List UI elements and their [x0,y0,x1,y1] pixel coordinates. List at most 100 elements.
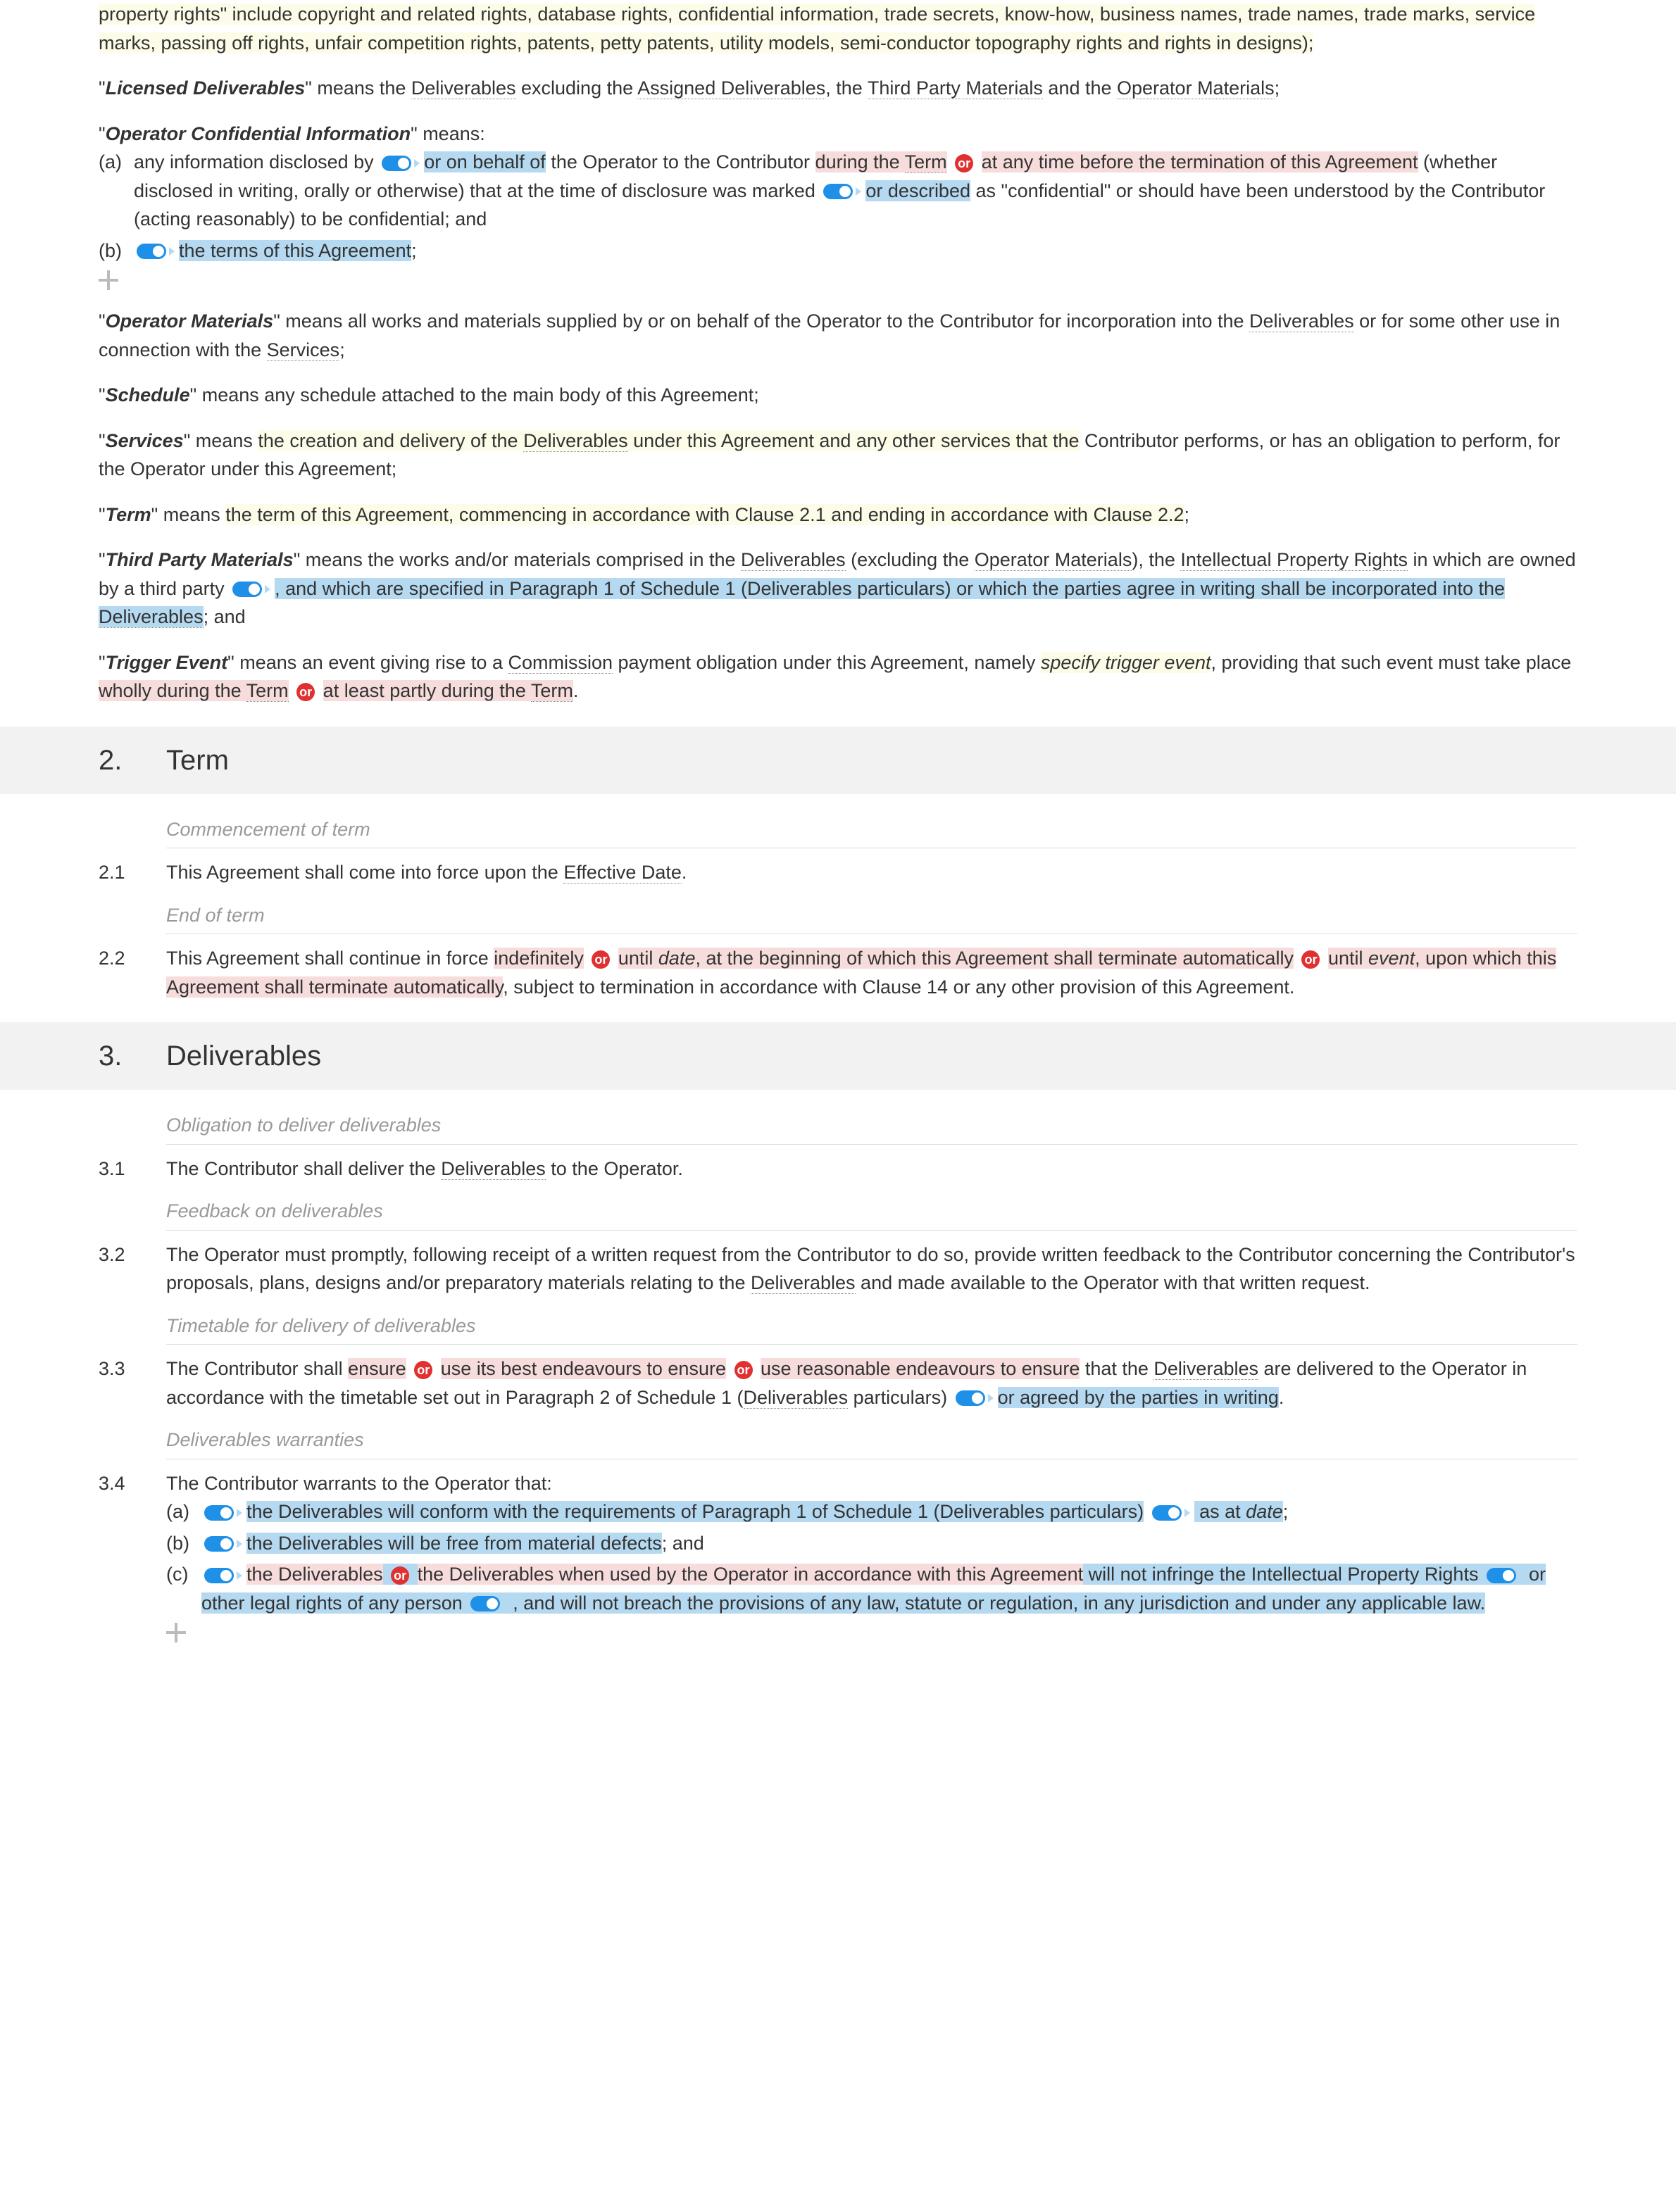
toggle-icon[interactable] [382,156,411,171]
optional-breach-law[interactable]: , and will not breach the provisions of … [513,1592,1078,1614]
or-badge[interactable]: or [414,1361,432,1379]
var-event[interactable]: event [1368,948,1415,969]
ref-term[interactable]: Term [905,151,947,173]
toggle-icon[interactable] [956,1390,985,1406]
optional-on-behalf[interactable]: or on behalf of [424,151,546,172]
ref-deliverables[interactable]: Deliverables [411,77,516,99]
definition-operator-confidential: "Operator Confidential Information" mean… [99,120,1577,291]
ref-effective-date[interactable]: Effective Date [563,862,682,884]
toggle-icon[interactable] [1152,1505,1182,1521]
term-schedule: Schedule [106,384,190,406]
ref-deliverables[interactable]: Deliverables [741,549,846,571]
ref-tpm[interactable]: Third Party Materials [868,77,1043,99]
toggle-icon[interactable] [1487,1568,1516,1583]
opt-reasonable-endeavours[interactable]: use reasonable endeavours to ensure [761,1358,1080,1379]
arrow-icon [1519,1571,1525,1580]
term-trigger: Trigger Event [106,652,228,673]
ref-term[interactable]: Term [531,680,573,702]
oci-item-b: (b) the terms of this Agreement; [99,237,1577,265]
or-badge[interactable]: or [1301,950,1320,969]
or-badge[interactable]: or [955,154,973,172]
arrow-icon [503,1600,508,1608]
arrow-icon [169,247,175,256]
clause-3-4: 3.4 The Contributor warrants to the Oper… [99,1469,1577,1643]
var-date[interactable]: date [658,948,696,969]
section-3-num: 3. [99,1035,166,1077]
arrow-icon [1184,1509,1190,1517]
optional-terms-agreement[interactable]: the terms of this Agreement [179,240,411,261]
term-term: Term [106,504,151,525]
label-a: (a) [166,1497,201,1526]
toggle-icon[interactable] [470,1596,500,1611]
definition-third-party-materials: "Third Party Materials" means the works … [99,546,1577,631]
subsection-warranties: Deliverables warranties [166,1426,1577,1459]
ref-operator-materials[interactable]: Operator Materials [1117,77,1275,99]
var-date[interactable]: date [1246,1501,1283,1522]
clause-2-2: 2.2 This Agreement shall continue in for… [99,944,1577,1001]
label-a: (a) [99,148,134,234]
or-badge[interactable]: or [734,1361,753,1379]
ref-ipr[interactable]: Intellectual Property Rights [1180,549,1408,571]
ref-deliverables[interactable]: Deliverables [441,1158,546,1180]
opt-indefinitely[interactable]: indefinitely [494,948,584,969]
move-icon[interactable] [166,1623,186,1642]
term-oci: Operator Confidential Information [106,123,411,144]
definition-schedule: "Schedule" means any schedule attached t… [99,381,1577,410]
var-trigger-event[interactable]: specify trigger event [1041,652,1211,673]
section-3-title: Deliverables [166,1035,321,1077]
optional-conform[interactable]: the Deliverables will conform with the r… [246,1501,1144,1522]
ref-operator-materials[interactable]: Operator Materials [975,549,1132,571]
arrow-icon [856,187,861,196]
section-2-heading: 2. Term [0,727,1676,794]
term-tpm: Third Party Materials [106,549,294,570]
toggle-icon[interactable] [204,1505,234,1521]
optional-agreed-writing[interactable]: or agreed by the parties in writing [998,1387,1279,1408]
toggle-icon[interactable] [232,582,262,597]
ref-deliverables[interactable]: Deliverables [99,606,204,628]
subsection-timetable: Timetable for delivery of deliverables [166,1312,1577,1345]
or-badge[interactable]: or [296,683,315,701]
section-2-title: Term [166,739,229,781]
toggle-icon[interactable] [137,244,166,259]
toggle-icon[interactable] [823,184,853,199]
opt-best-endeavours[interactable]: use its best endeavours to ensure [441,1358,726,1379]
label-c: (c) [166,1560,201,1617]
definition-operator-materials: "Operator Materials" means all works and… [99,307,1577,364]
clause-num-2-1: 2.1 [99,858,166,887]
toggle-icon[interactable] [204,1536,234,1552]
ref-term[interactable]: Term [246,680,289,702]
clause-num-2-2: 2.2 [99,944,166,1001]
ref-commission[interactable]: Commission [508,652,613,674]
ref-deliverables[interactable]: Deliverables [744,1387,849,1409]
or-badge[interactable]: or [391,1566,409,1585]
opt-deliverables-used[interactable]: the Deliverables when used by the Operat… [418,1564,1084,1585]
section-2-num: 2. [99,739,166,781]
c34-item-a: (a) the Deliverables will conform with t… [166,1497,1577,1526]
ref-services[interactable]: Services [267,339,340,361]
ref-deliverables[interactable]: Deliverables [523,430,628,452]
clause-num-3-4: 3.4 [99,1469,166,1643]
optional-free-defects[interactable]: the Deliverables will be free from mater… [246,1533,662,1554]
definition-services: "Services" means the creation and delive… [99,427,1577,484]
optional-or-described[interactable]: or described [865,180,970,201]
clause-num-3-1: 3.1 [99,1155,166,1183]
term-services: Services [106,430,184,451]
or-badge[interactable]: or [592,950,610,969]
ref-deliverables[interactable]: Deliverables [1153,1358,1258,1380]
clause-3-1: 3.1 The Contributor shall deliver the De… [99,1155,1577,1183]
alt-any-time[interactable]: at any time before the termination of th… [982,151,1418,172]
opt-ensure[interactable]: ensure [348,1358,406,1379]
toggle-icon[interactable] [204,1568,234,1583]
clause-2-1: 2.1 This Agreement shall come into force… [99,858,1577,887]
subsection-obligation-deliver: Obligation to deliver deliverables [166,1111,1577,1145]
move-icon[interactable] [99,270,118,290]
arrow-icon [237,1509,242,1517]
ip-fragment-text: property rights" include copyright and r… [99,4,1535,54]
clause-num-3-3: 3.3 [99,1355,166,1412]
label-b: (b) [166,1529,201,1558]
ref-assigned-deliverables[interactable]: Assigned Deliverables [637,77,825,99]
ref-deliverables[interactable]: Deliverables [1249,310,1354,332]
term-body: the term of this Agreement, commencing i… [225,504,1184,525]
ref-deliverables[interactable]: Deliverables [751,1272,856,1294]
opt-deliverables-plain[interactable]: the Deliverables [246,1564,383,1585]
